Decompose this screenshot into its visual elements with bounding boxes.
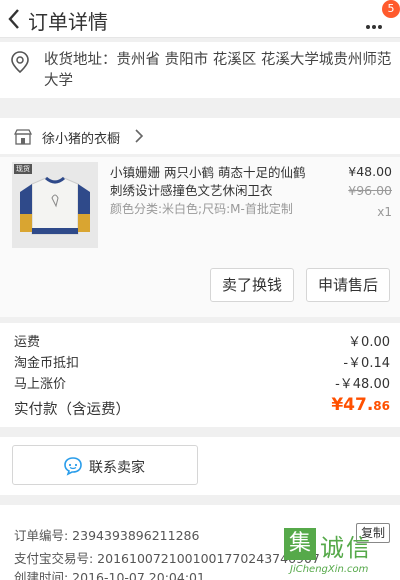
order-number: 订单编号: 2394393896211286	[14, 528, 200, 543]
created-time: 创建时间: 2016-10-07 20:04:01	[14, 570, 205, 580]
chevron-right-icon	[135, 129, 144, 143]
shop-row[interactable]: 徐小猪的衣橱	[0, 118, 400, 154]
thumbnail-tag: 现货	[14, 164, 32, 174]
page-title: 订单详情	[28, 10, 108, 34]
product-original-price: ¥96.00	[348, 183, 392, 198]
shipping-fee-row: 运费 ￥0.00	[14, 331, 390, 350]
coins-deduction-row: 淘金币抵扣 -￥0.14	[14, 352, 390, 371]
shipping-address-card: 收货地址：贵州省 贵阳市 花溪区 花溪大学城贵州师范大学	[0, 42, 400, 98]
watermark-logo: 集 诚信 JiChengXin.com	[284, 524, 400, 580]
contact-seller-label: 联系卖家	[89, 460, 145, 476]
product-item[interactable]: 现货 小镇姗姗 两只小鹤 萌态十足的仙鹤刺绣设计感撞色文艺休闲卫衣 颜色分类:米…	[0, 157, 400, 257]
watermark-box: 集	[284, 528, 316, 560]
coins-value: -￥0.14	[343, 356, 390, 371]
shipping-value: ￥0.00	[348, 335, 390, 350]
item-actions: 卖了换钱 申请售后	[0, 257, 400, 317]
total-paid-row: 实付款（含运费） ¥47.86	[14, 395, 390, 419]
total-paid-value: ¥47.86	[331, 395, 390, 415]
coins-label: 淘金币抵扣	[14, 356, 80, 371]
shop-name[interactable]: 徐小猪的衣橱	[42, 128, 120, 147]
product-thumbnail[interactable]: 现货	[12, 162, 98, 248]
product-sku: 颜色分类:米白色;尺码:M-首批定制	[110, 202, 293, 216]
total-label: 实付款（含运费）	[14, 402, 130, 418]
sweatshirt-image	[12, 162, 98, 248]
watermark-url: JiChengXin.com	[290, 564, 369, 575]
product-quantity: x1	[377, 205, 392, 219]
store-icon	[14, 129, 32, 145]
shipping-address: 收货地址：贵州省 贵阳市 花溪区 花溪大学城贵州师范大学	[44, 52, 392, 89]
after-sale-button[interactable]: 申请售后	[306, 268, 390, 302]
contact-section: 联系卖家	[0, 437, 400, 495]
shipping-label: 运费	[14, 335, 41, 350]
rise-value: -￥48.00	[335, 377, 390, 392]
more-menu-icon[interactable]	[366, 14, 386, 29]
rise-label: 马上涨价	[14, 377, 67, 392]
total-integer: 47.	[343, 395, 374, 415]
total-currency: ¥	[331, 395, 344, 415]
product-title[interactable]: 小镇姗姗 两只小鹤 萌态十足的仙鹤刺绣设计感撞色文艺休闲卫衣	[110, 164, 310, 200]
total-decimal: 86	[373, 399, 390, 413]
chat-bubble-icon	[64, 457, 82, 476]
back-arrow-icon[interactable]	[6, 7, 22, 31]
product-price: ¥48.00	[348, 164, 392, 179]
location-pin-icon	[11, 51, 29, 74]
resell-button[interactable]: 卖了换钱	[210, 268, 294, 302]
price-rise-row: 马上涨价 -￥48.00	[14, 373, 390, 392]
alipay-transaction-number: 支付宝交易号: 2016100721001001770243746907	[14, 551, 320, 566]
top-nav-bar: 订单详情 5	[0, 0, 400, 38]
contact-seller-button[interactable]: 联系卖家	[12, 445, 198, 485]
watermark-text: 诚信	[320, 534, 372, 562]
fee-summary: 运费 ￥0.00 淘金币抵扣 -￥0.14 马上涨价 -￥48.00 实付款（含…	[0, 323, 400, 427]
message-count-badge: 5	[382, 0, 400, 18]
